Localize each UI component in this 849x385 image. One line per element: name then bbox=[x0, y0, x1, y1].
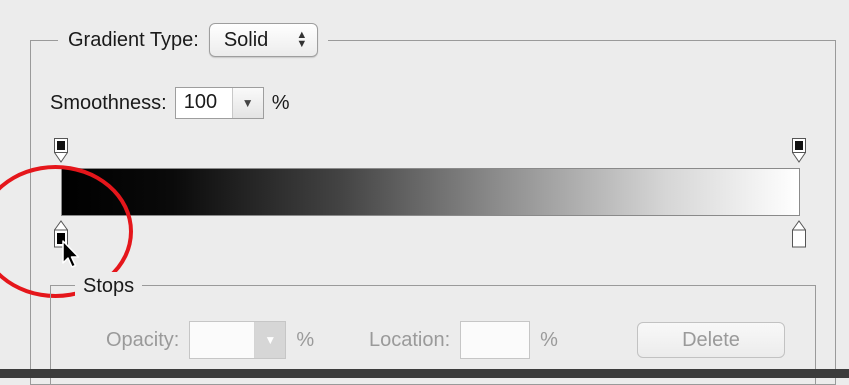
gradient-preview-bar[interactable] bbox=[61, 168, 800, 216]
opacity-combo[interactable]: ▼ bbox=[189, 321, 287, 359]
opacity-input[interactable] bbox=[190, 322, 254, 358]
window-bottom-edge bbox=[0, 369, 849, 378]
location-row: Location: % bbox=[369, 320, 558, 360]
smoothness-input[interactable]: 100 bbox=[176, 88, 232, 118]
mouse-pointer-icon bbox=[61, 240, 83, 270]
location-label: Location: bbox=[369, 328, 451, 351]
gradient-type-label: Gradient Type: bbox=[68, 28, 199, 51]
gradient-type-select[interactable]: Solid ▲ ▼ bbox=[208, 23, 319, 57]
location-unit: % bbox=[540, 328, 558, 351]
opacity-unit: % bbox=[296, 328, 315, 351]
location-input[interactable] bbox=[460, 321, 531, 359]
opacity-row: Opacity: ▼ % bbox=[106, 320, 314, 360]
updown-arrows-icon: ▲ ▼ bbox=[296, 29, 308, 50]
right-opacity-stop[interactable] bbox=[792, 138, 806, 164]
smoothness-combo[interactable]: 100 ▼ bbox=[174, 87, 264, 119]
delete-button[interactable]: Delete bbox=[637, 322, 785, 358]
smoothness-unit: % bbox=[271, 91, 290, 114]
stops-title: Stops bbox=[75, 272, 143, 300]
left-opacity-stop[interactable] bbox=[54, 138, 68, 164]
gradient-type-row: Gradient Type: Solid ▲ ▼ bbox=[58, 22, 329, 58]
smoothness-label: Smoothness: bbox=[50, 91, 167, 114]
right-color-stop[interactable] bbox=[792, 220, 806, 248]
chevron-down-icon[interactable]: ▼ bbox=[231, 88, 263, 118]
chevron-down-icon[interactable]: ▼ bbox=[254, 322, 286, 358]
smoothness-row: Smoothness: 100 ▼ % bbox=[50, 86, 290, 120]
gradient-type-value: Solid bbox=[223, 28, 269, 51]
opacity-label: Opacity: bbox=[106, 328, 180, 351]
